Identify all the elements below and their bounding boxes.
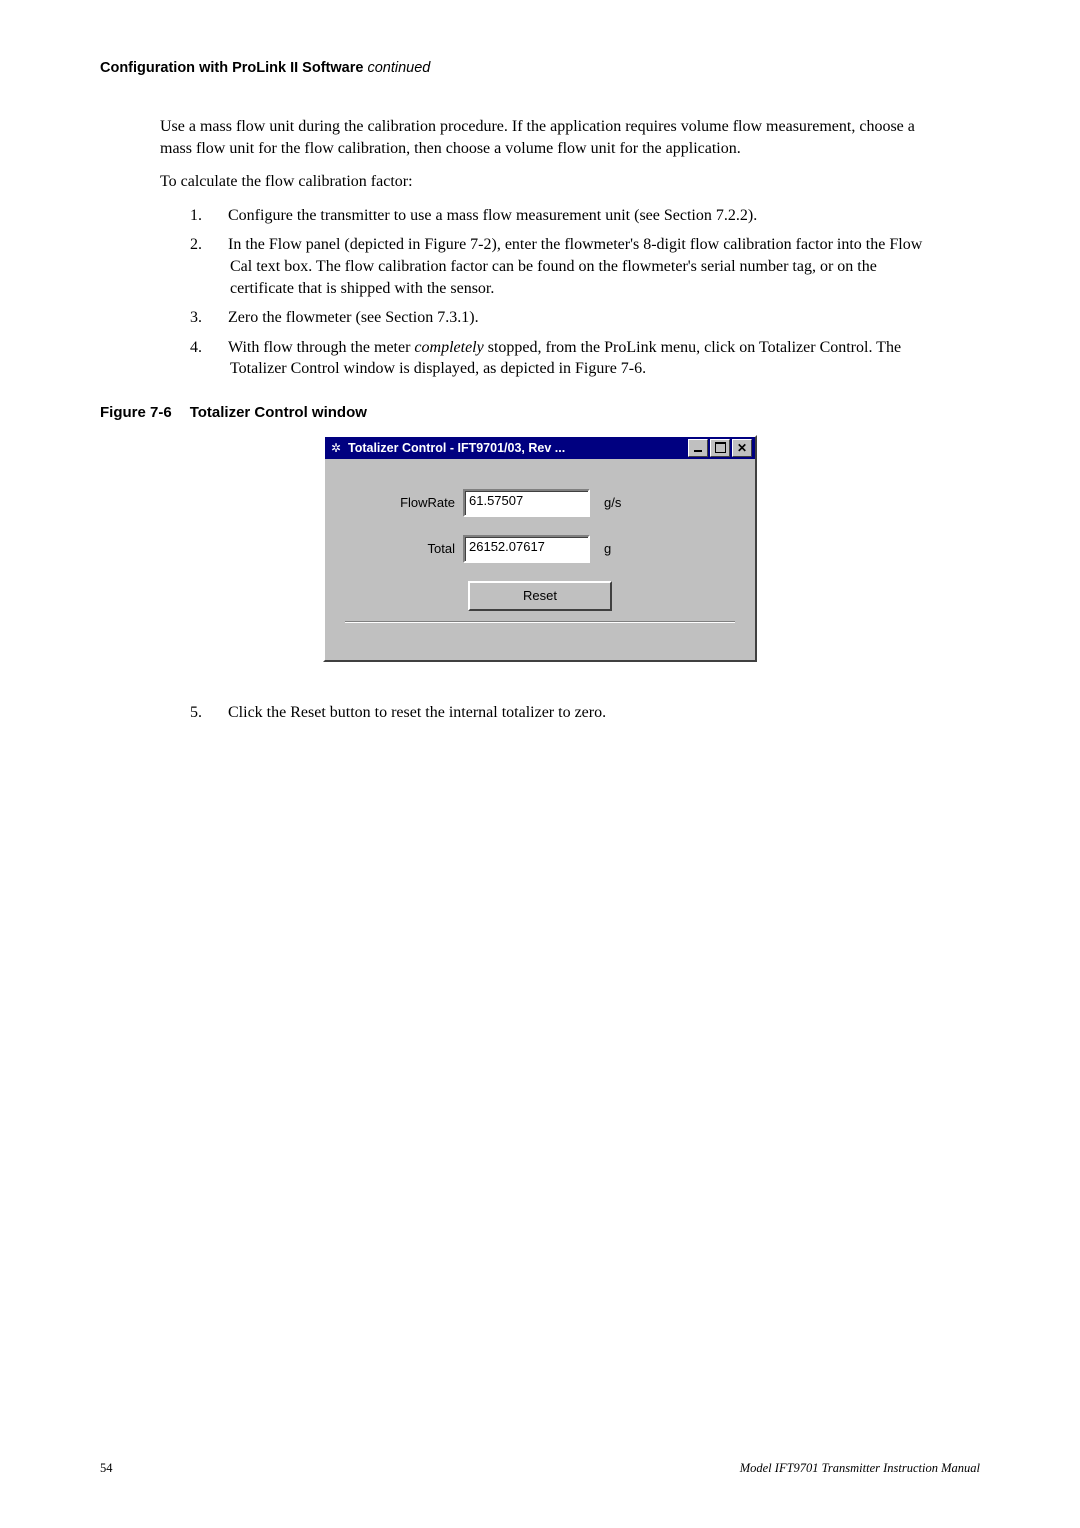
steps-1-4: 1.Configure the transmitter to use a mas… [210,205,930,380]
flowrate-row: FlowRate 61.57507 g/s [345,489,735,517]
app-icon: ✲ [328,440,344,456]
total-unit: g [604,541,611,556]
header-title: Configuration with ProLink II Software [100,60,363,76]
total-label: Total [345,541,463,556]
step-4: 4.With flow through the meter completely… [210,337,930,380]
flowrate-field[interactable]: 61.57507 [463,489,590,517]
close-button[interactable]: ✕ [732,439,752,457]
figure-title: Totalizer Control window [190,404,367,421]
paragraph-1: Use a mass flow unit during the calibrat… [160,116,940,159]
figure-caption: Figure 7-6 Totalizer Control window [100,404,980,421]
step-3-text: Zero the flowmeter (see Section 7.3.1). [228,309,479,326]
step-5: 5.Click the Reset button to reset the in… [210,702,930,724]
window-body: FlowRate 61.57507 g/s Total 26152.07617 … [325,459,755,660]
maximize-button[interactable] [710,439,730,457]
total-row: Total 26152.07617 g [345,535,735,563]
step-1-text: Configure the transmitter to use a mass … [228,207,757,224]
titlebar[interactable]: ✲ Totalizer Control - IFT9701/03, Rev ..… [325,437,755,459]
doc-title-footer: Model IFT9701 Transmitter Instruction Ma… [740,1461,980,1476]
total-field[interactable]: 26152.07617 [463,535,590,563]
figure-number: Figure 7-6 [100,404,172,421]
step-2: 2.In the Flow panel (depicted in Figure … [210,234,930,299]
page-number: 54 [100,1461,113,1476]
step-5-text: Click the Reset button to reset the inte… [228,704,606,721]
totalizer-window: ✲ Totalizer Control - IFT9701/03, Rev ..… [323,435,757,662]
paragraph-2: To calculate the flow calibration factor… [160,171,940,193]
step-3: 3.Zero the flowmeter (see Section 7.3.1)… [210,307,930,329]
window-title: Totalizer Control - IFT9701/03, Rev ... [348,441,688,455]
flowrate-unit: g/s [604,495,621,510]
step-2-text: In the Flow panel (depicted in Figure 7-… [228,236,922,296]
step-5-list: 5.Click the Reset button to reset the in… [210,702,930,724]
status-bar [345,621,735,644]
flowrate-label: FlowRate [345,495,463,510]
reset-button[interactable]: Reset [468,581,612,611]
header-continued: continued [367,60,430,76]
page-footer: 54 Model IFT9701 Transmitter Instruction… [100,1461,980,1476]
page-header: Configuration with ProLink II Software c… [100,60,980,76]
step-1: 1.Configure the transmitter to use a mas… [210,205,930,227]
minimize-button[interactable] [688,439,708,457]
